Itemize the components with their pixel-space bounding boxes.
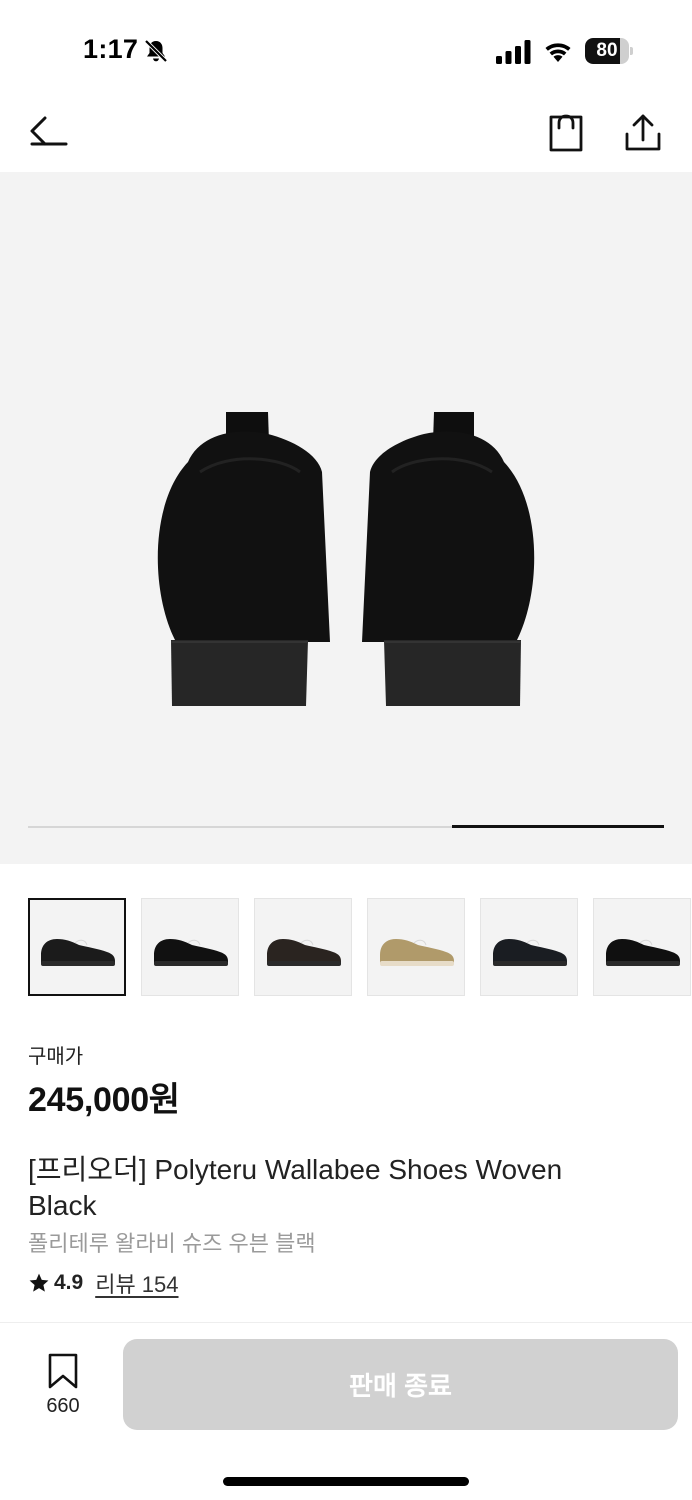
shoe-thumbnail-image [493, 939, 567, 966]
nav-bar [0, 100, 692, 172]
star-icon [29, 1273, 49, 1292]
arrow-left-icon [30, 116, 68, 146]
thumbnail-6[interactable] [593, 898, 691, 996]
status-time: 1:17 [83, 34, 139, 64]
signal-icon [496, 40, 531, 64]
share-icon [625, 114, 661, 151]
thumbnail-5[interactable] [480, 898, 578, 996]
thumbnail-4[interactable] [367, 898, 465, 996]
bookmark-icon [48, 1353, 78, 1389]
shoes-rear-view-image [157, 412, 535, 706]
shoe-thumbnail-image [606, 939, 680, 966]
right-shoe [362, 412, 535, 706]
back-button[interactable] [26, 112, 72, 158]
product-title: [프리오더] Polyteru Wallabee Shoes Woven Bla… [28, 1154, 563, 1221]
bell-off-icon [144, 39, 168, 63]
product-subtitle: 폴리테루 왈라비 슈즈 우븐 블랙 [28, 1231, 316, 1256]
shoe-thumbnail-image [41, 939, 115, 966]
product-image[interactable] [0, 172, 692, 864]
home-indicator [223, 1477, 469, 1486]
bookmark-count: 660 [46, 1395, 80, 1417]
thumbnail-3[interactable] [254, 898, 352, 996]
thumbnail-1[interactable] [28, 898, 126, 996]
carousel-progress [28, 825, 664, 828]
shoe-thumbnail-image [380, 939, 454, 966]
shopping-bag-icon [549, 114, 583, 152]
rating-row: 4.9 리뷰 154 [28, 1268, 179, 1298]
bookmark-button[interactable]: 660 [30, 1349, 96, 1419]
shoe-thumbnail-image [267, 939, 341, 966]
thumbnail-2[interactable] [141, 898, 239, 996]
carousel-progress-indicator [452, 825, 664, 828]
battery-level: 80 [596, 40, 618, 61]
thumbnail-strip [28, 898, 692, 998]
shopping-bag-button[interactable] [543, 110, 589, 156]
sold-out-button[interactable]: 판매 종료 [123, 1339, 678, 1430]
review-link[interactable]: 리뷰 154 [95, 1267, 178, 1299]
status-bar: 1:17 80 [0, 0, 692, 100]
price: 245,000원 [28, 1081, 180, 1119]
battery-icon: 80 [585, 38, 633, 64]
bottom-action-bar: 660 판매 종료 [0, 1322, 692, 1500]
price-label: 구매가 [28, 1046, 84, 1068]
shoe-thumbnail-image [154, 939, 228, 966]
rating-value: 4.9 [54, 1271, 84, 1294]
wifi-icon [545, 43, 571, 62]
left-shoe [157, 412, 330, 706]
share-button[interactable] [620, 108, 666, 154]
